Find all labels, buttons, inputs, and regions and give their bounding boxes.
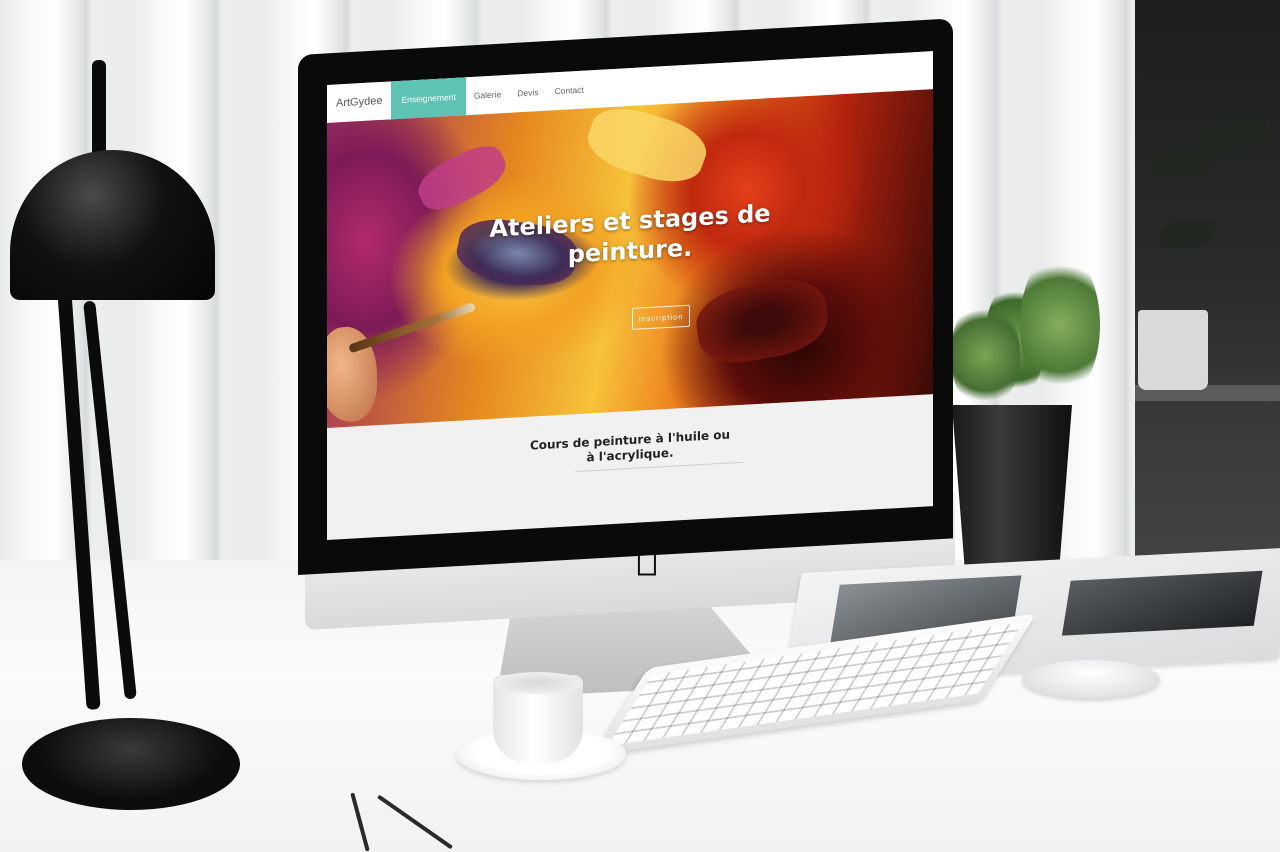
background-leaf [1160, 220, 1215, 248]
website-screen: ArtGydee Enseignement Galerie Devis Cont… [327, 51, 933, 541]
plant-foliage [950, 300, 1020, 410]
desk-scene:  ArtGydee Enseignement Galerie Devis Co… [0, 0, 1280, 852]
mouse [1022, 660, 1160, 698]
nav-item-enseignement[interactable]: Enseignement [391, 77, 466, 120]
nav-item-devis[interactable]: Devis [509, 73, 546, 113]
background-leaf [1150, 150, 1210, 180]
painted-eye [692, 271, 832, 371]
nav-item-galerie[interactable]: Galerie [466, 75, 509, 115]
paint-stroke [411, 136, 513, 220]
hero-banner: Ateliers et stages de peinture. inscript… [327, 89, 933, 429]
site-brand[interactable]: ArtGydee [327, 81, 391, 123]
inscription-button[interactable]: inscription [632, 304, 690, 330]
section-title: Cours de peinture à l'huile ou à l'acryl… [327, 416, 933, 480]
plant-foliage [1020, 250, 1100, 400]
background-leaf [1200, 120, 1270, 152]
coffee-cup-rim [493, 672, 583, 694]
nav-item-contact[interactable]: Contact [546, 70, 591, 111]
hero-title: Ateliers et stages de peinture. [327, 189, 933, 283]
paint-stroke [580, 98, 714, 192]
lamp-base [22, 718, 240, 810]
magazine-photo [1061, 570, 1263, 636]
background-pot [1138, 310, 1208, 390]
paint-brush [348, 302, 476, 354]
